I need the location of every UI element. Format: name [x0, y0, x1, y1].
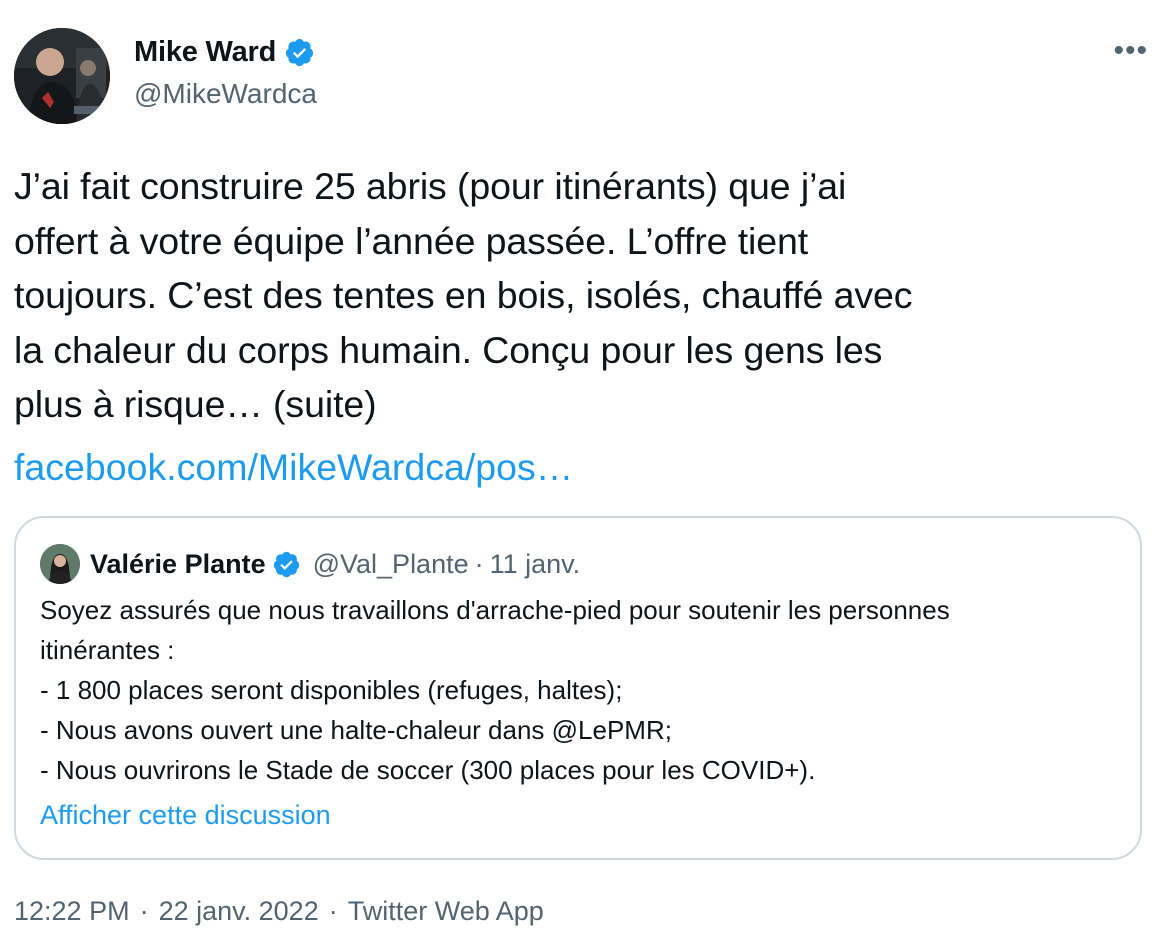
meta-separator: · — [328, 896, 338, 926]
quote-text-line: - Nous ouvrirons le Stade de soccer (300… — [40, 755, 816, 785]
author-display-name[interactable]: Mike Ward — [134, 36, 276, 69]
quote-author-avatar[interactable] — [40, 544, 80, 584]
quote-text-line: - Nous avons ouvert une halte-chaleur da… — [40, 715, 672, 745]
more-options-icon[interactable]: ••• — [1113, 36, 1148, 66]
quote-text-line: - 1 800 places seront disponibles (refug… — [40, 675, 623, 705]
tweet-link[interactable]: facebook.com/MikeWardca/pos… — [14, 440, 573, 495]
verified-badge-icon — [284, 37, 315, 68]
tweet-time[interactable]: 12:22 PM — [14, 896, 130, 927]
show-thread-link[interactable]: Afficher cette discussion — [40, 800, 331, 831]
quote-text-line: itinérantes : — [40, 635, 175, 665]
quote-tweet-card[interactable]: Valérie Plante @Val_Plante · 11 janv. So… — [14, 516, 1142, 860]
quote-text: Soyez assurés que nous travaillons d'arr… — [40, 590, 1120, 790]
author-avatar[interactable] — [14, 28, 110, 124]
quote-text-line: Soyez assurés que nous travaillons d'arr… — [40, 595, 950, 625]
quote-verified-badge-icon — [272, 550, 301, 579]
quote-author-handle: @Val_Plante — [312, 548, 469, 579]
meta-separator: · — [139, 896, 149, 926]
tweet-date[interactable]: 22 janv. 2022 — [159, 896, 319, 927]
author-handle[interactable]: @MikeWardca — [134, 78, 317, 110]
author-name-row: Mike Ward — [134, 36, 315, 69]
quote-date: 11 janv. — [489, 548, 581, 579]
tweet-text: J’ai fait construire 25 abris (pour itin… — [14, 165, 913, 425]
tweet-source[interactable]: Twitter Web App — [348, 896, 544, 927]
tweet-metadata: 12:22 PM · 22 janv. 2022 · Twitter Web A… — [14, 896, 544, 927]
quote-header: Valérie Plante @Val_Plante · 11 janv. — [90, 544, 580, 584]
quote-author-name[interactable]: Valérie Plante — [90, 549, 266, 580]
quote-separator: · — [474, 548, 484, 579]
